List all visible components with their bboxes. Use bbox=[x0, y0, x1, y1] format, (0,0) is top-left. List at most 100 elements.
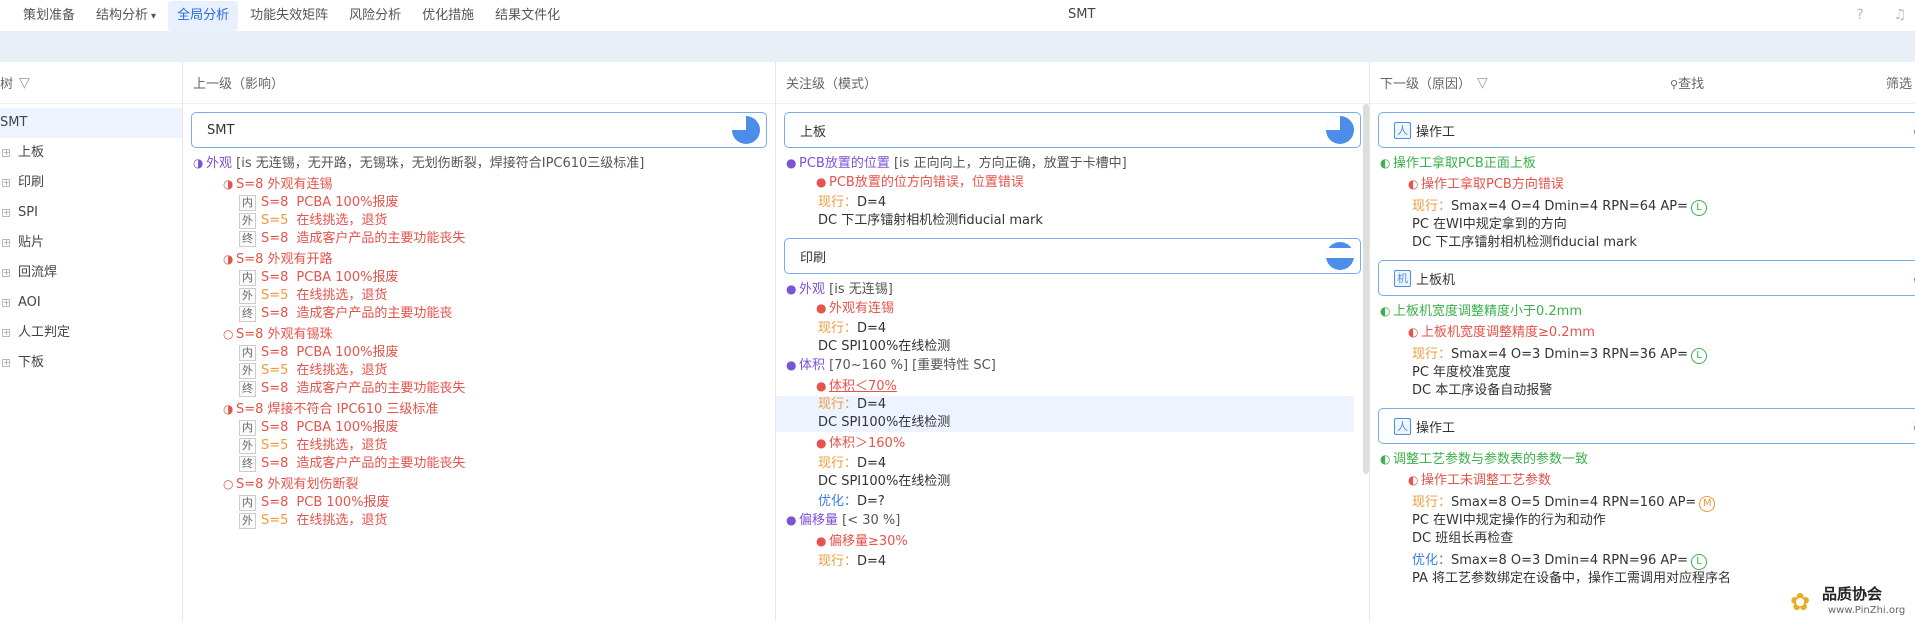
cause-card-operator[interactable]: 人操作工 bbox=[1378, 112, 1915, 148]
half-circle-icon: ◐ bbox=[1380, 452, 1391, 466]
search-button[interactable]: ⚲查找 bbox=[1670, 73, 1704, 92]
effect-scope-tag: 外 bbox=[239, 513, 256, 529]
function-item[interactable]: ● 外观 [is 无连锡] bbox=[786, 280, 1369, 299]
card-action-icon[interactable] bbox=[1326, 242, 1354, 270]
tab-risk-analysis[interactable]: 风险分析 bbox=[340, 1, 410, 31]
effect-text: PCBA 100%报废 bbox=[296, 195, 399, 210]
expand-icon[interactable]: + bbox=[2, 299, 10, 307]
half-circle-icon: ◐ bbox=[1408, 473, 1419, 487]
effect-item[interactable]: 内 S=8 PCB 100%报废 bbox=[193, 494, 775, 512]
effect-item[interactable]: 终 S=8 造成客户产品的主要功能丧 bbox=[193, 305, 775, 323]
function-name: 外观 bbox=[799, 282, 826, 297]
dot-icon: ● bbox=[786, 358, 797, 372]
card-action-icon[interactable] bbox=[732, 116, 760, 144]
function-item[interactable]: ● 偏移量 [< 30 %] bbox=[786, 511, 1369, 530]
function-item[interactable]: ● PCB放置的位置 [is 正向向上，方向正确，放置于卡槽中] bbox=[786, 154, 1369, 173]
function-name: 体积 bbox=[799, 358, 826, 373]
tree-item-print[interactable]: + 印刷 bbox=[0, 168, 182, 198]
tab-optimization[interactable]: 优化措施 bbox=[413, 1, 483, 31]
focus-card-load[interactable]: 上板 bbox=[784, 112, 1361, 148]
tab-global-analysis[interactable]: 全局分析 bbox=[168, 1, 239, 31]
effect-mode[interactable]: ○ S=8 外观有锡珠 bbox=[193, 325, 775, 344]
lower-level-panel: 下一级（原因） ▽ ⚲查找 筛选 人操作工 ◐ 操作工拿取PCB正面上板 ◐ 操作工拿… bbox=[1370, 62, 1915, 621]
expand-icon[interactable]: + bbox=[2, 239, 10, 247]
expand-icon[interactable]: + bbox=[2, 179, 10, 187]
selected-control-block[interactable]: 现行：D=4 DC SPI100%在线检测 bbox=[776, 396, 1354, 432]
effect-item[interactable]: 终 S=8 造成客户产品的主要功能丧失 bbox=[193, 230, 775, 248]
card-action-icon[interactable] bbox=[1326, 116, 1354, 144]
effect-item[interactable]: 外 S=5 在线挑选，退货 bbox=[193, 212, 775, 230]
effect-item[interactable]: 外 S=5 在线挑选，退货 bbox=[193, 287, 775, 305]
effect-item[interactable]: 内 S=8 PCBA 100%报废 bbox=[193, 419, 775, 437]
tree-item-placement[interactable]: + 贴片 bbox=[0, 228, 182, 258]
effect-item[interactable]: 终 S=8 造成客户产品的主要功能丧失 bbox=[193, 455, 775, 473]
cause-card-loader[interactable]: 机上板机 bbox=[1378, 260, 1915, 296]
half-circle-icon: ◐ bbox=[1408, 325, 1419, 339]
d-value: D=4 bbox=[857, 321, 887, 336]
expand-icon[interactable]: + bbox=[2, 149, 10, 157]
tree-list: SMT + 上板 + 印刷 + SPI + 贴片 + 回流焊 + AOI + 人工判定 + 下板 bbox=[0, 104, 182, 378]
question-circle-icon[interactable]: ? bbox=[1850, 5, 1870, 25]
optimized-rating: 优化：Smax=8 O=3 Dmin=4 RPN=96 AP= L bbox=[1380, 552, 1915, 570]
function-item[interactable]: ● 体积 [70~160 %] [重要特性 SC] bbox=[786, 356, 1369, 375]
expand-icon[interactable]: + bbox=[2, 329, 10, 337]
expand-icon[interactable]: + bbox=[2, 209, 10, 217]
cause-card-operator-2[interactable]: 人操作工 bbox=[1378, 408, 1915, 444]
expand-icon[interactable]: + bbox=[2, 359, 10, 367]
tree-item-load[interactable]: + 上板 bbox=[0, 138, 182, 168]
cause-mode-text: 上板机宽度调整精度≥0.2mm bbox=[1421, 325, 1595, 340]
effect-mode[interactable]: ○ S=8 外观有划伤断裂 bbox=[193, 475, 775, 494]
failure-mode[interactable]: ● PCB放置的位方向错误，位置错误 bbox=[786, 173, 1369, 192]
expand-icon[interactable]: + bbox=[2, 269, 10, 277]
cause-function[interactable]: ◐ 操作工拿取PCB正面上板 bbox=[1380, 154, 1915, 173]
severity-value: S=5 bbox=[261, 513, 289, 528]
mode-status-icon: ◑ bbox=[223, 177, 234, 191]
focus-level-panel: 关注级（模式） 上板 ● PCB放置的位置 [is 正向向上，方向正确，放置于卡槽… bbox=[776, 62, 1370, 621]
failure-mode[interactable]: ● 外观有连锡 bbox=[786, 299, 1369, 318]
failure-mode[interactable]: ● 体积＞160% bbox=[786, 434, 1369, 453]
upper-element-card[interactable]: SMT bbox=[191, 112, 767, 148]
tree-header-label: 树 bbox=[0, 77, 14, 92]
dc-control: DC SPI100%在线检测 bbox=[818, 339, 951, 354]
effect-mode[interactable]: ◑ S=8 焊接不符合 IPC610 三级标准 bbox=[193, 400, 775, 419]
pc-control: PC 在WI中规定操作的行为和动作 bbox=[1412, 513, 1606, 528]
bell-icon[interactable]: ♫ bbox=[1890, 5, 1910, 25]
mode-text: S=8 外观有锡珠 bbox=[236, 327, 333, 342]
cause-mode[interactable]: ◐ 上板机宽度调整精度≥0.2mm bbox=[1380, 323, 1915, 342]
failure-mode[interactable]: ● 体积＜70% bbox=[786, 377, 1369, 396]
tree-item-spi[interactable]: + SPI bbox=[0, 198, 182, 228]
tree-item-manual-judge[interactable]: + 人工判定 bbox=[0, 318, 182, 348]
cause-mode[interactable]: ◐ 操作工拿取PCB方向错误 bbox=[1380, 175, 1915, 194]
scrollbar[interactable] bbox=[1363, 104, 1369, 474]
tab-result-docs[interactable]: 结果文件化 bbox=[486, 1, 569, 31]
tree-item-aoi[interactable]: + AOI bbox=[0, 288, 182, 318]
filter-funnel-icon[interactable]: ▽ bbox=[19, 75, 30, 91]
cause-function[interactable]: ◐ 上板机宽度调整精度小于0.2mm bbox=[1380, 302, 1915, 321]
cause-function[interactable]: ◐ 调整工艺参数与参数表的参数一致 bbox=[1380, 450, 1915, 469]
tree-item-reflow[interactable]: + 回流焊 bbox=[0, 258, 182, 288]
effect-item[interactable]: 内 S=8 PCBA 100%报废 bbox=[193, 269, 775, 287]
effect-item[interactable]: 终 S=8 造成客户产品的主要功能丧失 bbox=[193, 380, 775, 398]
filter-button[interactable]: 筛选 bbox=[1886, 73, 1912, 92]
filter-funnel-icon[interactable]: ▽ bbox=[1477, 75, 1488, 91]
effect-item[interactable]: 外 S=5 在线挑选，退货 bbox=[193, 512, 775, 530]
effect-item[interactable]: 外 S=5 在线挑选，退货 bbox=[193, 362, 775, 380]
failure-mode[interactable]: ● 偏移量≥30% bbox=[786, 532, 1369, 551]
tab-plan-prep[interactable]: 策划准备 bbox=[14, 1, 84, 31]
focus-card-print[interactable]: 印刷 bbox=[784, 238, 1361, 274]
tree-item-unload[interactable]: + 下板 bbox=[0, 348, 182, 378]
current-label: 现行： bbox=[818, 456, 858, 471]
upper-function[interactable]: ◑ 外观 [is 无连锡，无开路，无锡珠，无划伤断裂，焊接符合IPC610三级标准… bbox=[193, 154, 775, 173]
effect-item[interactable]: 内 S=8 PCBA 100%报废 bbox=[193, 194, 775, 212]
effect-item[interactable]: 外 S=5 在线挑选，退货 bbox=[193, 437, 775, 455]
current-rating: 现行：Smax=4 O=4 Dmin=4 RPN=64 AP= L bbox=[1380, 198, 1915, 216]
tree-item-smt[interactable]: SMT bbox=[0, 108, 182, 138]
effect-mode[interactable]: ◑ S=8 外观有连锡 bbox=[193, 175, 775, 194]
effect-mode[interactable]: ◑ S=8 外观有开路 bbox=[193, 250, 775, 269]
lower-header: 下一级（原因） ▽ ⚲查找 筛选 bbox=[1370, 62, 1915, 104]
tab-function-failure-matrix[interactable]: 功能失效矩阵 bbox=[241, 1, 337, 31]
cause-mode[interactable]: ◐ 操作工未调整工艺参数 bbox=[1380, 471, 1915, 490]
effect-text: 造成客户产品的主要功能丧失 bbox=[296, 456, 466, 471]
effect-item[interactable]: 内 S=8 PCBA 100%报废 bbox=[193, 344, 775, 362]
tab-structure-analysis[interactable]: 结构分析 ▾ bbox=[87, 1, 165, 31]
